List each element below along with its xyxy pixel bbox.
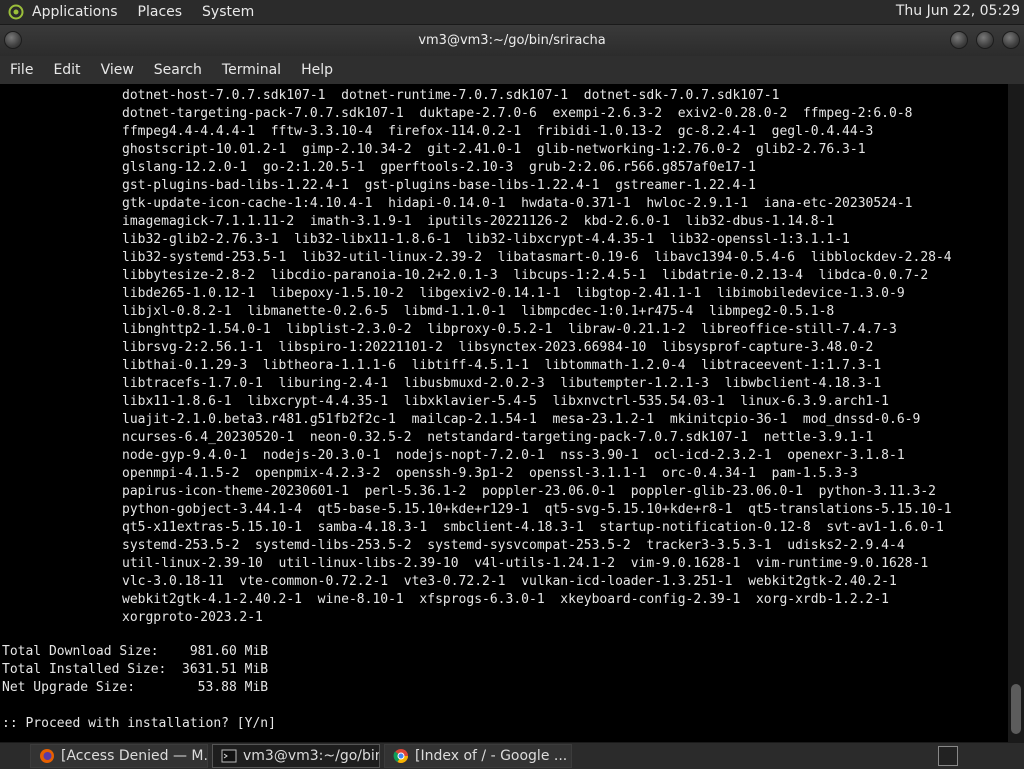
package-line: glslang-12.2.0-1 go-2:1.20.5-1 gperftool… (122, 160, 756, 175)
menu-view[interactable]: View (91, 62, 144, 78)
package-line: ffmpeg4.4-4.4.4-1 fftw-3.3.10-4 firefox-… (122, 124, 874, 139)
task-label: [Index of / - Google ... (415, 748, 568, 764)
window-title-bar[interactable]: vm3@vm3:~/go/bin/sriracha (0, 25, 1024, 56)
package-line: dotnet-host-7.0.7.sdk107-1 dotnet-runtim… (122, 88, 780, 103)
top-panel: Applications Places System Thu Jun 22, 0… (0, 0, 1024, 25)
terminal-icon (221, 748, 237, 764)
task-terminal[interactable]: vm3@vm3:~/go/bin.... (212, 744, 380, 768)
package-line: lib32-systemd-253.5-1 lib32-util-linux-2… (122, 250, 952, 265)
package-line: libnghttp2-1.54.0-1 libplist-2.3.0-2 lib… (122, 322, 897, 337)
close-button[interactable] (1002, 31, 1020, 49)
scrollbar-thumb[interactable] (1011, 684, 1021, 734)
package-line: python-gobject-3.44.1-4 qt5-base-5.15.10… (122, 502, 952, 517)
summary-line: Total Installed Size: 3631.51 MiB (2, 662, 269, 677)
firefox-icon (39, 748, 55, 764)
package-line: libx11-1.8.6-1 libxcrypt-4.4.35-1 libxkl… (122, 394, 890, 409)
minimize-button[interactable] (950, 31, 968, 49)
package-line: xorgproto-2023.2-1 (122, 610, 263, 625)
summary-line: Net Upgrade Size: 53.88 MiB (2, 680, 269, 695)
package-line: util-linux-2.39-10 util-linux-libs-2.39-… (122, 556, 929, 571)
package-line: libtracefs-1.7.0-1 liburing-2.4-1 libusb… (122, 376, 882, 391)
system-menu[interactable]: System (202, 4, 254, 20)
task-label: [Access Denied — M... (61, 748, 208, 764)
distro-logo-icon[interactable] (8, 4, 24, 20)
menu-bar: File Edit View Search Terminal Help (0, 56, 1024, 84)
taskbar: [Access Denied — M... vm3@vm3:~/go/bin..… (0, 742, 1024, 769)
task-firefox[interactable]: [Access Denied — M... (30, 744, 208, 768)
maximize-button[interactable] (976, 31, 994, 49)
package-line: librsvg-2:2.56.1-1 libspiro-1:20221101-2… (122, 340, 874, 355)
package-line: papirus-icon-theme-20230601-1 perl-5.36.… (122, 484, 936, 499)
package-line: ghostscript-10.01.2-1 gimp-2.10.34-2 git… (122, 142, 866, 157)
menu-file[interactable]: File (0, 62, 43, 78)
menu-help[interactable]: Help (291, 62, 343, 78)
menu-terminal[interactable]: Terminal (212, 62, 291, 78)
package-line: libjxl-0.8.2-1 libmanette-0.2.6-5 libmd-… (122, 304, 835, 319)
package-line: imagemagick-7.1.1.11-2 imath-3.1.9-1 ipu… (122, 214, 835, 229)
package-line: gtk-update-icon-cache-1:4.10.4-1 hidapi-… (122, 196, 913, 211)
places-menu[interactable]: Places (138, 4, 183, 20)
package-line: lib32-glib2-2.76.3-1 lib32-libx11-1.8.6-… (122, 232, 850, 247)
summary-line: Total Download Size: 981.60 MiB (2, 644, 269, 659)
package-line: qt5-x11extras-5.15.10-1 samba-4.18.3-1 s… (122, 520, 944, 535)
terminal-scrollbar[interactable] (1008, 84, 1024, 742)
package-line: gst-plugins-bad-libs-1.22.4-1 gst-plugin… (122, 178, 756, 193)
package-line: libthai-0.1.29-3 libtheora-1.1.1-6 libti… (122, 358, 882, 373)
window-title: vm3@vm3:~/go/bin/sriracha (418, 33, 606, 48)
task-chrome[interactable]: [Index of / - Google ... (384, 744, 572, 768)
package-line: node-gyp-9.4.0-1 nodejs-20.3.0-1 nodejs-… (122, 448, 905, 463)
package-line: webkit2gtk-4.1-2.40.2-1 wine-8.10-1 xfsp… (122, 592, 890, 607)
chrome-icon (393, 748, 409, 764)
package-line: systemd-253.5-2 systemd-libs-253.5-2 sys… (122, 538, 905, 553)
task-label: vm3@vm3:~/go/bin.... (243, 748, 379, 764)
applications-menu[interactable]: Applications (32, 4, 118, 20)
package-line: libde265-1.0.12-1 libepoxy-1.5.10-2 libg… (122, 286, 905, 301)
package-line: dotnet-targeting-pack-7.0.7.sdk107-1 duk… (122, 106, 913, 121)
window-menu-button[interactable] (4, 31, 22, 49)
package-line: openmpi-4.1.5-2 openpmix-4.2.3-2 openssh… (122, 466, 858, 481)
terminal-output[interactable]: dotnet-host-7.0.7.sdk107-1 dotnet-runtim… (0, 84, 1008, 742)
install-prompt: :: Proceed with installation? [Y/n] (2, 716, 276, 731)
package-line: ncurses-6.4_20230520-1 neon-0.32.5-2 net… (122, 430, 874, 445)
package-line: vlc-3.0.18-11 vte-common-0.72.2-1 vte3-0… (122, 574, 897, 589)
menu-search[interactable]: Search (144, 62, 212, 78)
menu-edit[interactable]: Edit (43, 62, 90, 78)
package-line: libbytesize-2.8-2 libcdio-paranoia-10.2+… (122, 268, 929, 283)
tray-terminal-icon[interactable] (938, 746, 958, 766)
clock[interactable]: Thu Jun 22, 05:29 (896, 3, 1020, 19)
package-line: luajit-2.1.0.beta3.r481.g51fb2f2c-1 mail… (122, 412, 921, 427)
